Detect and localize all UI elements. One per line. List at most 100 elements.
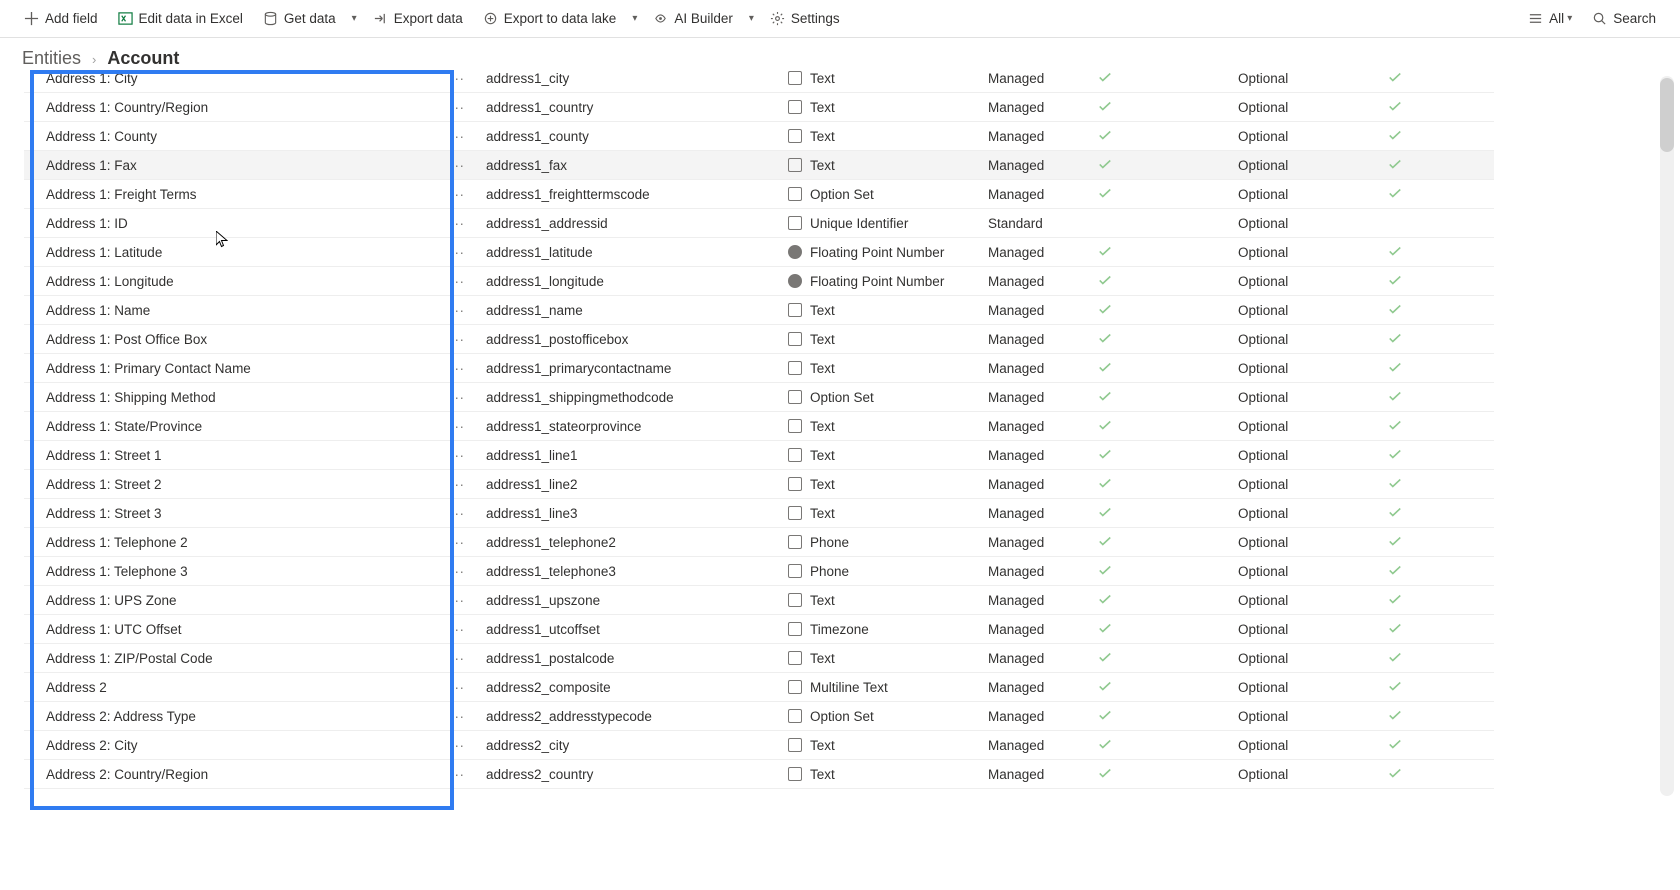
field-check1 bbox=[1098, 766, 1238, 783]
table-row[interactable]: Address 1: ZIP/Postal Code···address1_po… bbox=[24, 644, 1494, 673]
table-row[interactable]: Address 1: Street 2···address1_line2Text… bbox=[24, 470, 1494, 499]
more-actions-button[interactable]: ··· bbox=[446, 767, 468, 782]
more-actions-button[interactable]: ··· bbox=[446, 709, 468, 724]
more-actions-button[interactable]: ··· bbox=[446, 332, 468, 347]
field-display-name: Address 1: Street 2 bbox=[46, 477, 446, 492]
table-row[interactable]: Address 1: City···address1_cityTextManag… bbox=[24, 64, 1494, 93]
table-row[interactable]: Address 1: Name···address1_nameTextManag… bbox=[24, 296, 1494, 325]
view-filter-button[interactable]: All ▾ bbox=[1522, 9, 1578, 28]
more-actions-button[interactable]: ··· bbox=[446, 506, 468, 521]
more-actions-button[interactable]: ··· bbox=[446, 303, 468, 318]
field-type: Floating Point Number bbox=[788, 245, 988, 260]
table-row[interactable]: Address 1: Telephone 2···address1_teleph… bbox=[24, 528, 1494, 557]
field-managed: Managed bbox=[988, 245, 1098, 260]
field-display-name: Address 1: Country/Region bbox=[46, 100, 446, 115]
settings-button[interactable]: Settings bbox=[764, 9, 846, 28]
table-row[interactable]: Address 1: Country/Region···address1_cou… bbox=[24, 93, 1494, 122]
more-actions-button[interactable]: ··· bbox=[446, 419, 468, 434]
field-required: Optional bbox=[1238, 564, 1388, 579]
more-actions-button[interactable]: ··· bbox=[446, 448, 468, 463]
table-row[interactable]: Address 1: Street 1···address1_line1Text… bbox=[24, 441, 1494, 470]
table-row[interactable]: Address 1: Telephone 3···address1_teleph… bbox=[24, 557, 1494, 586]
more-actions-button[interactable]: ··· bbox=[446, 477, 468, 492]
more-actions-button[interactable]: ··· bbox=[446, 158, 468, 173]
table-row[interactable]: Address 1: Latitude···address1_latitudeF… bbox=[24, 238, 1494, 267]
chevron-down-icon[interactable]: ▾ bbox=[352, 13, 357, 24]
more-actions-button[interactable]: ··· bbox=[446, 245, 468, 260]
table-row[interactable]: Address 2···address2_compositeMultiline … bbox=[24, 673, 1494, 702]
field-managed: Managed bbox=[988, 477, 1098, 492]
table-row[interactable]: Address 2: Address Type···address2_addre… bbox=[24, 702, 1494, 731]
field-check2 bbox=[1388, 273, 1448, 290]
table-row[interactable]: Address 1: UPS Zone···address1_upszoneTe… bbox=[24, 586, 1494, 615]
more-actions-button[interactable]: ··· bbox=[446, 535, 468, 550]
table-row[interactable]: Address 1: Shipping Method···address1_sh… bbox=[24, 383, 1494, 412]
field-display-name: Address 1: Freight Terms bbox=[46, 187, 446, 202]
field-check1 bbox=[1098, 650, 1238, 667]
more-actions-button[interactable]: ··· bbox=[446, 100, 468, 115]
table-row[interactable]: Address 1: County···address1_countyTextM… bbox=[24, 122, 1494, 151]
search-button[interactable]: Search bbox=[1586, 9, 1662, 28]
chevron-down-icon[interactable]: ▾ bbox=[749, 13, 754, 24]
table-row[interactable]: Address 1: Freight Terms···address1_frei… bbox=[24, 180, 1494, 209]
field-type: Option Set bbox=[788, 390, 988, 405]
field-display-name: Address 1: Street 1 bbox=[46, 448, 446, 463]
field-schema-name: address1_stateorprovince bbox=[468, 419, 788, 434]
table-row[interactable]: Address 1: Post Office Box···address1_po… bbox=[24, 325, 1494, 354]
field-type: Text bbox=[788, 158, 988, 173]
ai-builder-button[interactable]: AI Builder bbox=[647, 9, 739, 28]
more-actions-button[interactable]: ··· bbox=[446, 187, 468, 202]
more-actions-button[interactable]: ··· bbox=[446, 274, 468, 289]
field-type: Text bbox=[788, 419, 988, 434]
field-schema-name: address1_shippingmethodcode bbox=[468, 390, 788, 405]
field-check1 bbox=[1098, 592, 1238, 609]
field-required: Optional bbox=[1238, 187, 1388, 202]
add-field-button[interactable]: Add field bbox=[18, 9, 104, 28]
field-schema-name: address2_addresstypecode bbox=[468, 709, 788, 724]
edit-excel-label: Edit data in Excel bbox=[139, 11, 243, 26]
scrollbar-track[interactable] bbox=[1660, 76, 1674, 796]
table-row[interactable]: Address 1: ID···address1_addressidUnique… bbox=[24, 209, 1494, 238]
more-actions-button[interactable]: ··· bbox=[446, 71, 468, 86]
field-type: Text bbox=[788, 651, 988, 666]
field-check1 bbox=[1098, 273, 1238, 290]
more-actions-button[interactable]: ··· bbox=[446, 680, 468, 695]
more-actions-button[interactable]: ··· bbox=[446, 738, 468, 753]
table-row[interactable]: Address 1: Longitude···address1_longitud… bbox=[24, 267, 1494, 296]
more-actions-button[interactable]: ··· bbox=[446, 651, 468, 666]
chevron-down-icon[interactable]: ▾ bbox=[632, 13, 637, 24]
more-actions-button[interactable]: ··· bbox=[446, 593, 468, 608]
table-row[interactable]: Address 1: Primary Contact Name···addres… bbox=[24, 354, 1494, 383]
more-actions-button[interactable]: ··· bbox=[446, 390, 468, 405]
more-actions-button[interactable]: ··· bbox=[446, 129, 468, 144]
field-managed: Managed bbox=[988, 622, 1098, 637]
scrollbar-thumb[interactable] bbox=[1660, 78, 1674, 152]
field-display-name: Address 1: Post Office Box bbox=[46, 332, 446, 347]
more-actions-button[interactable]: ··· bbox=[446, 564, 468, 579]
table-row[interactable]: Address 2: City···address2_cityTextManag… bbox=[24, 731, 1494, 760]
field-schema-name: address1_line1 bbox=[468, 448, 788, 463]
field-check1 bbox=[1098, 505, 1238, 522]
field-schema-name: address1_addressid bbox=[468, 216, 788, 231]
table-row[interactable]: Address 1: UTC Offset···address1_utcoffs… bbox=[24, 615, 1494, 644]
more-actions-button[interactable]: ··· bbox=[446, 361, 468, 376]
table-row[interactable]: Address 1: Street 3···address1_line3Text… bbox=[24, 499, 1494, 528]
table-row[interactable]: Address 2: Country/Region···address2_cou… bbox=[24, 760, 1494, 789]
edit-excel-button[interactable]: Edit data in Excel bbox=[112, 9, 249, 28]
more-actions-button[interactable]: ··· bbox=[446, 216, 468, 231]
field-schema-name: address1_city bbox=[468, 71, 788, 86]
table-row[interactable]: Address 1: State/Province···address1_sta… bbox=[24, 412, 1494, 441]
more-actions-button[interactable]: ··· bbox=[446, 622, 468, 637]
field-required: Optional bbox=[1238, 419, 1388, 434]
field-display-name: Address 1: ZIP/Postal Code bbox=[46, 651, 446, 666]
get-data-button[interactable]: Get data bbox=[257, 9, 342, 28]
field-managed: Managed bbox=[988, 651, 1098, 666]
settings-label: Settings bbox=[791, 11, 840, 26]
field-required: Optional bbox=[1238, 361, 1388, 376]
table-row[interactable]: Address 1: Fax···address1_faxTextManaged… bbox=[24, 151, 1494, 180]
export-data-button[interactable]: Export data bbox=[367, 9, 469, 28]
field-check2 bbox=[1388, 244, 1448, 261]
field-check2 bbox=[1388, 186, 1448, 203]
field-display-name: Address 1: Primary Contact Name bbox=[46, 361, 446, 376]
export-lake-button[interactable]: Export to data lake bbox=[477, 9, 623, 28]
